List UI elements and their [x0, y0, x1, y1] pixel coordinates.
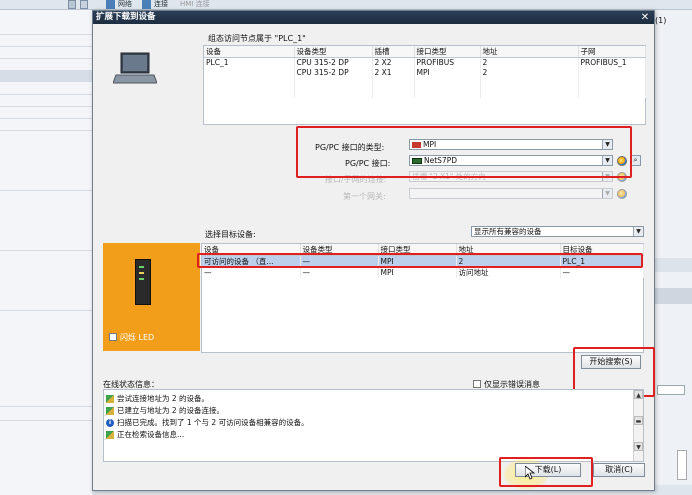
grid-view-icon[interactable] [68, 0, 76, 9]
cancel-button[interactable]: 取消(C) [593, 463, 645, 477]
chevron-down-icon[interactable]: ▼ [633, 227, 643, 236]
app-toolbar: 网络 连接 HMI 连接 [0, 0, 692, 10]
info-icon: i [106, 419, 114, 427]
plc-device-icon [135, 259, 151, 305]
table-cell: MPI [378, 267, 457, 278]
right-side-panel: (1) [655, 10, 692, 495]
list-item: i 扫描已完成。找到了 1 个与 2 可访问设备相兼容的设备。 [106, 417, 309, 428]
table-row[interactable]: PLC_1 CPU 315-2 DP 2 X2 PROFIBUS 2 PROFI… [204, 57, 646, 68]
connect-icon[interactable] [142, 0, 151, 9]
first-gateway-label: 第一个网关: [343, 192, 386, 201]
network-status-icon [106, 431, 114, 439]
list-item: 正在检索设备信息... [106, 429, 184, 440]
scroll-up-icon[interactable]: ▲ [634, 390, 643, 399]
topology-icon[interactable] [80, 0, 88, 9]
scroll-down-icon[interactable]: ▼ [634, 442, 643, 451]
only-errors-checkbox[interactable] [473, 380, 481, 388]
online-status-list: 尝试连接地址为 2 的设备。 已建立与地址为 2 的设备连接。 i 扫描已完成。找… [103, 389, 644, 462]
table-cell [204, 67, 295, 78]
hmi-connect-label[interactable]: HMI 连接 [180, 0, 210, 9]
table-cell: 2 X1 [372, 67, 415, 78]
column-header: 设备类型 [294, 46, 373, 58]
table-cell: PLC_1 [204, 57, 295, 68]
table-cell: 2 [480, 67, 579, 78]
table-cell: 2 [480, 57, 579, 68]
first-gateway-select[interactable]: ▼ [409, 188, 613, 199]
table-cell: PROFIBUS_1 [578, 57, 646, 68]
pgpc-highlight-box [296, 126, 632, 178]
table-cell: CPU 315-2 DP [294, 57, 373, 68]
dialog-titlebar: 扩展下载到设备 [93, 11, 654, 24]
select-target-label: 选择目标设备: [205, 230, 256, 239]
list-item: 已建立与地址为 2 的设备连接。 [106, 405, 224, 416]
table-cell: 2 X2 [372, 57, 415, 68]
pg-laptop-icon [113, 52, 157, 84]
status-scrollbar[interactable]: ▲ ▬ ▼ [633, 390, 643, 461]
column-header: 接口类型 [414, 46, 481, 58]
config-access-table: 设备 设备类型 插槽 接口类型 地址 子网 PLC_1 CPU 315-2 DP… [203, 45, 646, 125]
dialog-title: 扩展下载到设备 [96, 12, 156, 22]
target-device-panel: 闪烁 LED [103, 243, 200, 351]
tab-count-label: (1) [655, 16, 667, 25]
table-cell: — [560, 267, 644, 278]
network-label[interactable]: 网络 [118, 0, 132, 9]
target-filter-select[interactable]: 显示所有兼容的设备 ▼ [471, 226, 644, 237]
help-icon[interactable] [617, 189, 627, 199]
table-row[interactable]: — — MPI 访问地址 — [202, 267, 644, 278]
chevron-down-icon[interactable]: ▼ [602, 189, 612, 198]
network-icon[interactable] [106, 0, 115, 9]
side-dropdown[interactable] [657, 385, 685, 395]
download-highlight-box [499, 457, 593, 487]
flash-led-label: 闪烁 LED [120, 333, 155, 342]
extended-download-dialog: 扩展下载到设备 ✕ 组态访问节点属于 "PLC_1" 设备 设备类型 插槽 接口… [92, 10, 655, 491]
table-cell: — [300, 267, 379, 278]
table-cell [578, 67, 646, 78]
table-cell: — [202, 267, 301, 278]
project-tree-panel [0, 10, 92, 495]
network-status-icon [106, 395, 114, 403]
mouse-cursor-icon [525, 466, 535, 480]
column-header: 插槽 [372, 46, 415, 58]
connect-label[interactable]: 连接 [154, 0, 168, 9]
target-row-highlight-box [197, 253, 643, 268]
flash-led-checkbox[interactable] [109, 333, 117, 341]
table-cell: 访问地址 [456, 267, 561, 278]
table-cell: CPU 315-2 DP [294, 67, 373, 78]
table-cell: PROFIBUS [414, 57, 481, 68]
close-icon[interactable]: ✕ [639, 12, 651, 23]
network-status-icon [106, 407, 114, 415]
column-header: 子网 [578, 46, 646, 58]
table-header-row: 设备 设备类型 插槽 接口类型 地址 子网 [204, 46, 646, 58]
column-header: 设备 [204, 46, 295, 58]
table-cell: MPI [414, 67, 481, 78]
column-header: 地址 [480, 46, 579, 58]
config-access-header: 组态访问节点属于 "PLC_1" [208, 34, 306, 43]
side-scrollbar[interactable] [677, 450, 687, 480]
table-row[interactable]: CPU 315-2 DP 2 X1 MPI 2 [204, 67, 646, 78]
list-item: 尝试连接地址为 2 的设备。 [106, 393, 209, 404]
scroll-mid-icon[interactable]: ▬ [634, 416, 643, 425]
